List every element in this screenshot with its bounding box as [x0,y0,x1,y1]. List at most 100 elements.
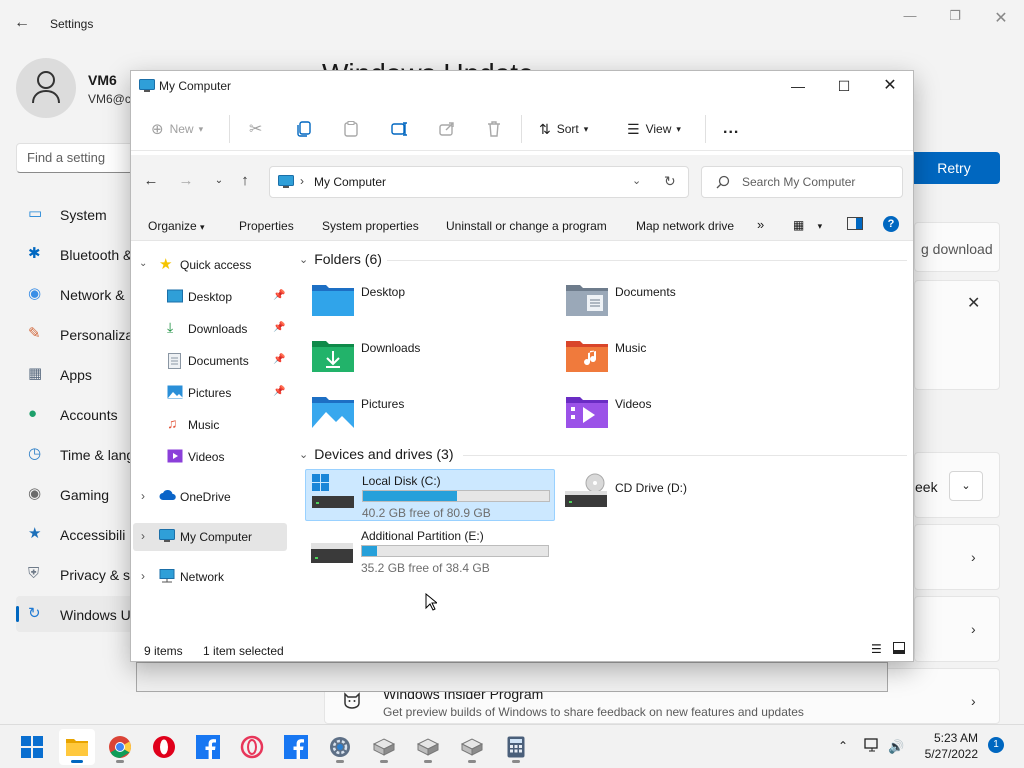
help-icon[interactable]: ? [883,216,899,232]
refresh-icon[interactable]: ↻ [664,173,676,190]
sidebar-item-shield[interactable]: ⛨ Privacy & s [16,556,136,592]
organize-menu[interactable]: Organize ▾ [148,219,205,233]
minimize-icon[interactable]: — [775,71,821,103]
sidebar-item-monitor[interactable]: ▭ System [16,196,136,232]
explorer-titlebar[interactable]: My Computer — ☐ ✕ [131,71,913,103]
taskbar-chrome[interactable] [102,729,138,765]
rename-icon[interactable] [391,117,409,141]
change-view-icon[interactable]: ▦ ▾ [793,218,822,232]
close-icon[interactable]: ✕ [991,8,1011,28]
tree-item-videos[interactable]: Videos [133,443,287,471]
start-button[interactable] [14,729,50,765]
volume-icon[interactable]: 🔊 [888,739,904,755]
drive-item-e[interactable]: Additional Partition (E:) 35.2 GB free o… [305,525,555,577]
taskbar-vm[interactable] [366,729,402,765]
close-icon[interactable]: ✕ [867,71,913,103]
share-icon[interactable] [439,117,455,141]
sidebar-item-brush[interactable]: ✎ Personaliza [16,316,136,352]
find-setting-input[interactable]: Find a setting [16,143,136,173]
folder-item-desktop[interactable]: Desktop [311,281,551,329]
chevron-up-icon[interactable]: ⌃ [838,739,848,753]
tree-item-downloads[interactable]: ⤓ Downloads 📌 [133,315,287,343]
tree-item-quick-access[interactable]: ⌄ ★ Quick access [133,251,287,279]
taskbar-calculator[interactable] [498,729,534,765]
more-options-icon[interactable]: ... [723,117,739,141]
new-button[interactable]: ⊕ New ▾ [151,117,203,141]
tree-item-music[interactable]: ♫ Music [133,411,287,439]
taskbar-file-explorer[interactable] [59,729,95,765]
folder-item-music[interactable]: Music [565,337,805,385]
preview-pane-icon[interactable] [847,217,863,234]
taskbar-facebook[interactable] [278,729,314,765]
tree-item-desktop[interactable]: Desktop 📌 [133,283,287,311]
view-button[interactable]: ☰ View ▾ [627,117,681,141]
maximize-icon[interactable]: ❐ [945,8,965,28]
system-properties-button[interactable]: System properties [322,219,419,233]
sidebar-item-wifi[interactable]: ◉ Network & [16,276,136,312]
sidebar-item-accessibility[interactable]: ★ Accessibili [16,516,136,552]
taskbar-settings[interactable] [322,729,358,765]
folder-label: Pictures [361,397,405,411]
delete-icon[interactable] [487,117,501,141]
folders-group-header[interactable]: ⌄ Folders (6) [299,251,382,267]
tree-item-network[interactable]: › Network [133,563,287,591]
map-network-drive-button[interactable]: Map network drive [636,219,734,233]
chevron-down-icon[interactable]: ⌄ [139,258,147,269]
tree-item-pictures[interactable]: Pictures 📌 [133,379,287,407]
sidebar-item-update[interactable]: ↻ Windows U [16,596,136,632]
sidebar-item-bluetooth[interactable]: ✱ Bluetooth & [16,236,136,272]
uninstall-button[interactable]: Uninstall or change a program [446,219,607,233]
minimize-icon[interactable]: — [900,8,920,28]
settings-card[interactable]: › [914,596,1000,662]
tree-item-onedrive[interactable]: › OneDrive [133,483,287,511]
up-arrow-icon[interactable]: ↑ [235,172,255,192]
folder-item-documents[interactable]: Documents [565,281,805,329]
avatar[interactable] [16,58,76,118]
back-arrow-icon[interactable]: ← [14,14,34,34]
chevron-down-icon[interactable]: ⌄ [949,471,983,501]
network-status-icon[interactable] [864,738,880,755]
sidebar-item-clock[interactable]: ◷ Time & lang [16,436,136,472]
retry-button[interactable]: Retry [908,152,1000,184]
tiles-view-icon[interactable] [893,642,905,657]
sidebar-item-apps[interactable]: ▦ Apps [16,356,136,392]
folder-item-videos[interactable]: Videos [565,393,805,441]
search-input[interactable]: Search My Computer [701,166,903,198]
notification-badge[interactable]: 1 [988,737,1004,753]
chevron-right-icon[interactable]: › [141,569,145,583]
close-icon[interactable]: ✕ [967,293,980,313]
recent-locations-icon[interactable]: ⌄ [209,175,229,195]
paste-icon[interactable] [344,117,358,141]
taskbar-opera[interactable] [146,729,182,765]
back-arrow-icon[interactable]: ← [141,172,161,192]
taskbar-vm[interactable] [454,729,490,765]
sort-button[interactable]: ⇅ Sort ▾ [539,117,588,141]
address-bar[interactable]: › My Computer ⌄ ↻ [269,166,689,198]
drives-group-header[interactable]: ⌄ Devices and drives (3) [299,446,454,462]
tree-item-documents[interactable]: Documents 📌 [133,347,287,375]
clock-time[interactable]: 5:23 AM [924,731,978,745]
folder-item-downloads[interactable]: Downloads [311,337,551,385]
chevron-right-icon[interactable]: › [141,489,145,503]
taskbar-facebook[interactable] [190,729,226,765]
taskbar-opera[interactable] [234,729,270,765]
folder-item-pictures[interactable]: Pictures [311,393,551,441]
ribbon-overflow-icon[interactable]: » [757,217,764,232]
settings-card[interactable]: › [914,524,1000,590]
chevron-right-icon[interactable]: › [141,529,145,543]
cut-icon[interactable]: ✂ [249,117,262,141]
chevron-down-icon[interactable]: ⌄ [632,174,641,187]
sidebar-item-person[interactable]: ● Accounts [16,396,136,432]
sidebar-item-gamepad[interactable]: ◉ Gaming [16,476,136,512]
breadcrumb: My Computer [314,175,387,189]
clock-date[interactable]: 5/27/2022 [914,747,978,761]
taskbar-vm[interactable] [410,729,446,765]
maximize-icon[interactable]: ☐ [821,71,867,103]
copy-icon[interactable] [297,117,311,141]
tree-item-my-computer[interactable]: › My Computer [133,523,287,551]
details-view-icon[interactable]: ☰ [871,642,882,656]
drive-item-d[interactable]: CD Drive (D:) [559,469,809,521]
properties-button[interactable]: Properties [239,219,294,233]
forward-arrow-icon[interactable]: → [176,172,196,192]
drive-item-c[interactable]: Local Disk (C:) 40.2 GB free of 80.9 GB [305,469,555,521]
